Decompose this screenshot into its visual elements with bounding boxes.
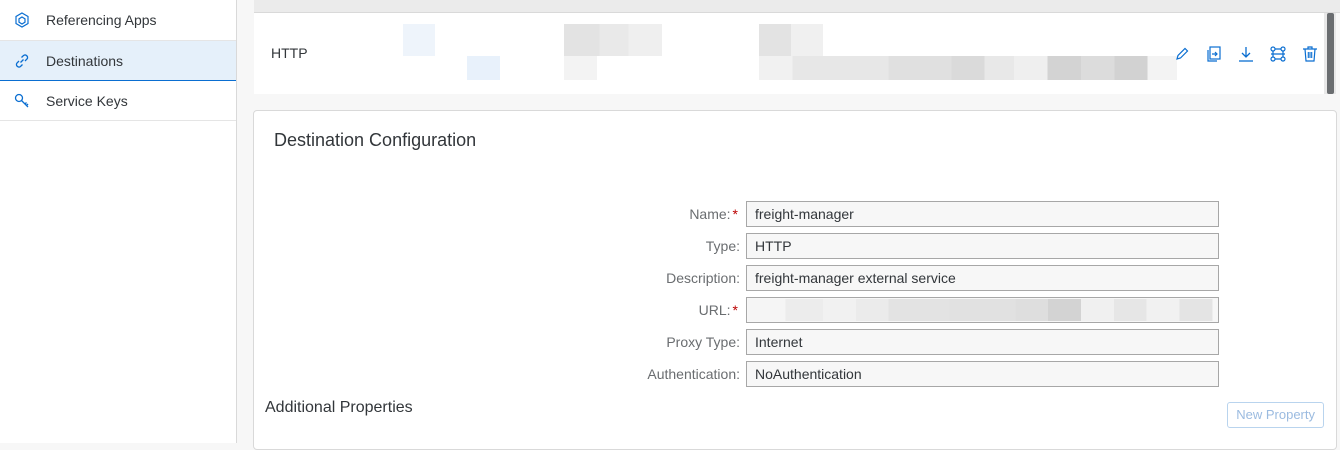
type-field[interactable] xyxy=(746,233,1219,259)
delete-icon[interactable] xyxy=(1299,43,1321,65)
redacted-block xyxy=(467,56,500,80)
proxy-type-row: Proxy Type: xyxy=(254,329,1338,355)
download-icon[interactable] xyxy=(1235,43,1257,65)
panel-title: Destination Configuration xyxy=(274,130,477,150)
sidebar-item-referencing-apps[interactable]: Referencing Apps xyxy=(0,0,236,41)
key-icon xyxy=(14,93,30,109)
description-field[interactable] xyxy=(746,265,1219,291)
redacted-block xyxy=(564,24,662,56)
proxy-type-field[interactable] xyxy=(746,329,1219,355)
row-actions xyxy=(1164,43,1324,67)
authentication-field[interactable] xyxy=(746,361,1219,387)
scrollbar[interactable] xyxy=(1324,13,1336,94)
scrollbar-thumb[interactable] xyxy=(1327,13,1334,94)
name-field[interactable] xyxy=(746,201,1219,227)
main-content: HTTP Destination Configuration Name: * f… xyxy=(238,0,1340,450)
redacted-url xyxy=(748,299,1217,321)
new-property-button[interactable]: New Property xyxy=(1227,402,1324,428)
description-row: Description: xyxy=(254,265,1338,291)
name-row: Name: * xyxy=(254,201,1338,227)
edit-icon[interactable] xyxy=(1171,43,1193,65)
type-row: Type: xyxy=(254,233,1338,259)
additional-properties-title: Additional Properties xyxy=(265,399,413,416)
sidebar-item-label: Service Keys xyxy=(46,92,128,109)
redacted-block xyxy=(564,56,597,80)
sidebar-item-label: Destinations xyxy=(46,52,124,69)
type-label: Type: xyxy=(705,238,740,254)
redacted-block xyxy=(403,24,435,56)
table-header xyxy=(254,0,1340,13)
sidebar-item-label: Referencing Apps xyxy=(46,12,157,28)
link-icon xyxy=(14,53,30,69)
sidebar-item-destinations[interactable]: Destinations xyxy=(0,41,236,81)
name-label: Name: * xyxy=(689,206,738,222)
required-mark: * xyxy=(732,206,738,222)
redacted-block xyxy=(759,24,823,56)
description-label: Description: xyxy=(666,270,740,286)
destination-configuration-panel: Destination Configuration Name:* Type: D… xyxy=(253,110,1337,450)
url-field[interactable] xyxy=(746,297,1219,323)
authentication-row: Authentication: xyxy=(254,361,1338,387)
connection-icon[interactable] xyxy=(1267,43,1289,65)
sidebar-item-service-keys[interactable]: Service Keys xyxy=(0,81,236,121)
cube-icon xyxy=(14,12,30,28)
sidebar: Referencing Apps Destinations Service Ke… xyxy=(0,0,237,443)
authentication-label: Authentication: xyxy=(647,366,740,382)
destination-row[interactable]: HTTP xyxy=(254,13,1324,94)
redacted-block xyxy=(759,56,1177,80)
destination-type: HTTP xyxy=(271,45,308,61)
required-mark: * xyxy=(732,302,738,318)
proxy-type-label: Proxy Type: xyxy=(666,334,740,350)
url-row: URL: * xyxy=(254,297,1338,323)
clone-icon[interactable] xyxy=(1203,43,1225,65)
url-label: URL: * xyxy=(698,302,738,318)
